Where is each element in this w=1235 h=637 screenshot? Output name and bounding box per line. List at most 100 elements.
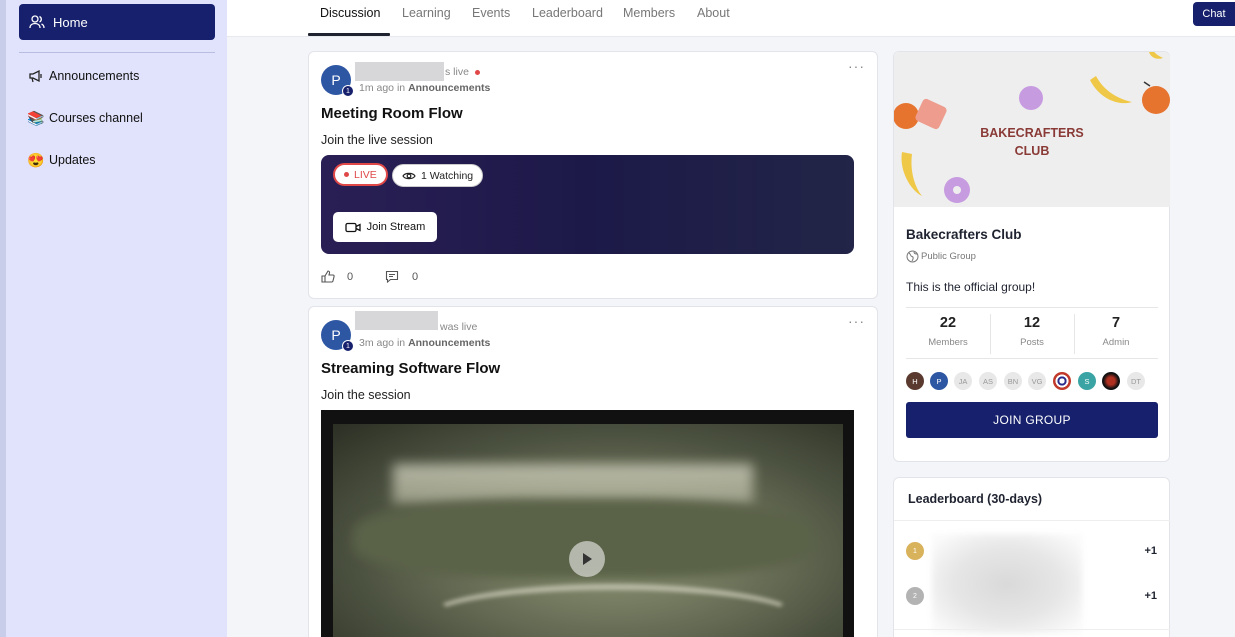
post-channel-link[interactable]: Announcements: [408, 82, 490, 94]
sidebar-item-home[interactable]: Home: [19, 4, 215, 40]
post-card: P 1 s live 1m ago in Announcements ··· M…: [308, 51, 878, 299]
video-camera-icon: [344, 222, 361, 232]
post-meta-in: in: [396, 337, 406, 349]
users-icon: [29, 15, 45, 29]
join-group-button[interactable]: JOIN GROUP: [906, 402, 1158, 438]
stat-value: 22: [939, 315, 957, 331]
sidebar: Home Announcements 📚 Courses channel 😍 U…: [0, 0, 227, 637]
member-avatar[interactable]: BN: [1004, 372, 1022, 390]
post-card: P 1 was live 3m ago in Announcements ···…: [308, 306, 878, 637]
post-channel-link[interactable]: Announcements: [408, 337, 490, 349]
redacted-member: [932, 534, 1082, 634]
stat-admin[interactable]: 7 Admin: [1074, 315, 1158, 348]
status-text: s live: [445, 66, 469, 78]
leaderboard-divider: [894, 629, 1170, 630]
member-avatar[interactable]: VG: [1028, 372, 1046, 390]
tab-members[interactable]: Members: [623, 6, 675, 20]
sidebar-item-label: Home: [53, 14, 88, 30]
sidebar-divider: [19, 52, 215, 53]
member-avatar[interactable]: DT: [1127, 372, 1145, 390]
like-count: 0: [347, 270, 354, 283]
play-button[interactable]: [569, 541, 605, 577]
group-type-label: Public Group: [921, 251, 976, 262]
sidebar-item-label: Courses channel: [49, 111, 143, 125]
active-tab-indicator: [308, 33, 390, 36]
watching-badge: 1 Watching: [392, 164, 484, 187]
banner-text-line: BAKECRAFTERS: [980, 126, 1084, 140]
member-avatar[interactable]: AS: [979, 372, 997, 390]
group-info-card: BAKECRAFTERS CLUB Bakecrafters Club Publ…: [893, 51, 1170, 462]
video-player[interactable]: [321, 410, 854, 637]
leaderboard-score: +1: [1144, 545, 1157, 557]
post-title[interactable]: Streaming Software Flow: [321, 360, 500, 377]
tab-discussion[interactable]: Discussion: [320, 6, 380, 20]
comment-count: 0: [412, 270, 419, 283]
stat-value: 12: [1023, 315, 1041, 331]
group-type: Public Group: [906, 250, 976, 263]
post-body: Join the session: [321, 388, 411, 402]
avatar[interactable]: P 1: [321, 65, 354, 97]
post-meta: 1m ago in Announcements: [359, 82, 490, 94]
tab-learning[interactable]: Learning: [402, 6, 451, 20]
group-name: Bakecrafters Club: [906, 227, 1022, 242]
live-label: LIVE: [354, 168, 377, 181]
play-icon: [583, 553, 592, 565]
live-dot-icon: [344, 172, 349, 177]
member-avatar[interactable]: JA: [954, 372, 972, 390]
more-options-icon[interactable]: ···: [848, 313, 865, 329]
member-avatar[interactable]: [1053, 372, 1071, 390]
member-avatar[interactable]: S: [1078, 372, 1096, 390]
post-meta-in: in: [396, 82, 406, 94]
comment-button[interactable]: 0: [385, 270, 418, 283]
eye-icon: [402, 172, 416, 179]
thumbs-up-icon: [321, 270, 335, 283]
sidebar-item-courses-channel[interactable]: 📚 Courses channel: [26, 107, 143, 129]
post-time: 1m ago: [359, 82, 395, 94]
group-banner-title: BAKECRAFTERS CLUB: [894, 124, 1170, 160]
join-stream-button[interactable]: Join Stream: [333, 212, 437, 242]
member-avatar[interactable]: P: [930, 372, 948, 390]
globe-icon: [906, 250, 919, 263]
stat-value: 7: [1111, 315, 1121, 331]
video-road: [423, 584, 803, 637]
stat-members[interactable]: 22 Members: [906, 315, 990, 348]
group-description: This is the official group!: [906, 280, 1036, 294]
gold-medal-icon: 1: [906, 542, 924, 560]
post-meta: 3m ago in Announcements: [359, 337, 490, 349]
member-avatar[interactable]: H: [906, 372, 924, 390]
live-dot-icon: [474, 69, 480, 75]
rank-badge: 1: [342, 85, 354, 97]
leaderboard-divider: [894, 520, 1170, 521]
group-stats: 22 Members 12 Posts 7 Admin: [906, 307, 1158, 359]
comment-icon: [385, 270, 399, 283]
avatar-initial: P: [331, 72, 341, 88]
leaderboard-card: Leaderboard (30-days) 1 +1 2 +1: [893, 477, 1170, 637]
avatar[interactable]: P 1: [321, 320, 354, 352]
sidebar-item-announcements[interactable]: Announcements: [26, 65, 139, 87]
books-icon: 📚: [27, 109, 45, 126]
tab-about[interactable]: About: [697, 6, 730, 20]
like-button[interactable]: 0: [321, 270, 353, 283]
live-stream-panel[interactable]: LIVE 1 Watching Join Stream: [321, 155, 854, 254]
member-avatar[interactable]: [1102, 372, 1120, 390]
post-status: was live: [440, 321, 478, 333]
sidebar-item-updates[interactable]: 😍 Updates: [26, 149, 95, 171]
chat-button[interactable]: Chat: [1193, 2, 1235, 26]
stat-label: Posts: [1020, 337, 1044, 348]
heart-eyes-icon: 😍: [27, 151, 45, 168]
tab-leaderboard[interactable]: Leaderboard: [532, 6, 603, 20]
stat-label: Members: [928, 337, 968, 348]
watching-count: 1 Watching: [421, 169, 474, 182]
stat-label: Admin: [1102, 337, 1130, 348]
more-options-icon[interactable]: ···: [848, 58, 865, 74]
tab-events[interactable]: Events: [472, 6, 510, 20]
silver-medal-icon: 2: [906, 587, 924, 605]
post-title[interactable]: Meeting Room Flow: [321, 105, 463, 122]
group-banner: BAKECRAFTERS CLUB: [894, 52, 1170, 207]
stat-posts[interactable]: 12 Posts: [990, 315, 1074, 348]
leaderboard-title: Leaderboard (30-days): [908, 492, 1043, 506]
video-frame: [333, 424, 843, 637]
post-body: Join the live session: [321, 133, 433, 147]
leaderboard-score: +1: [1144, 590, 1157, 602]
avatar-initial: P: [331, 327, 341, 343]
